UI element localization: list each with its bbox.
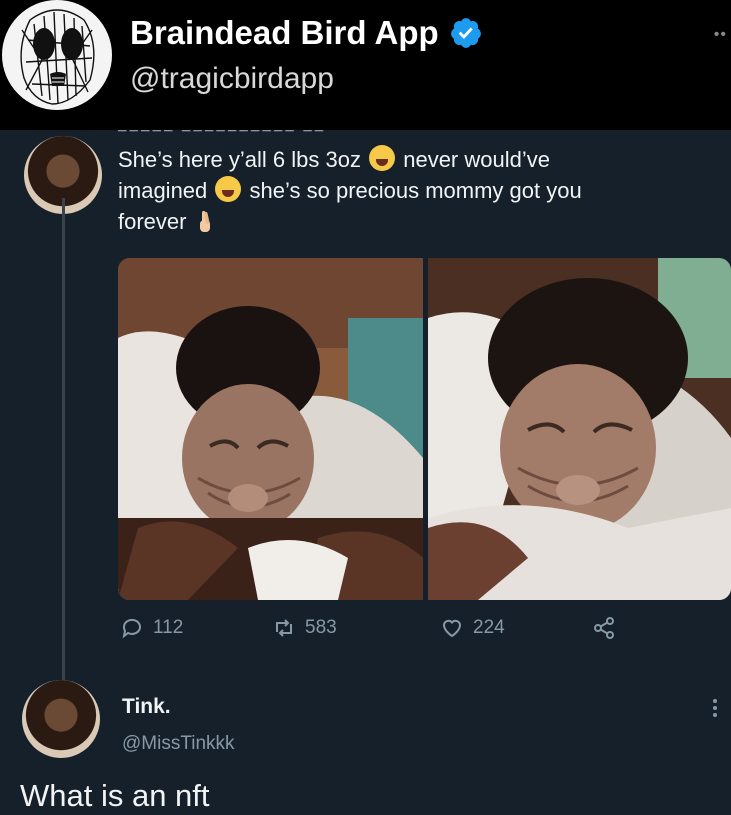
crying-face-emoji xyxy=(215,176,242,202)
crying-face-emoji xyxy=(369,145,396,171)
tweet-header: Braindead Bird App @tragicbirdapp •• xyxy=(0,0,731,130)
embedded-screenshot: ▀▀▀▀▀ ▀▀▀▀▀▀▀▀▀▀ ▀▀ She’s here y’all 6 l… xyxy=(0,130,731,815)
reply-more-options-icon[interactable] xyxy=(713,696,719,720)
tweet-image-1[interactable] xyxy=(118,258,423,600)
like-action[interactable]: 224 xyxy=(440,616,505,640)
tweet-text-segment: forever xyxy=(118,209,187,234)
account-name[interactable]: Braindead Bird App xyxy=(130,14,439,52)
account-name-row[interactable]: Braindead Bird App xyxy=(130,14,483,52)
more-options-icon[interactable]: •• xyxy=(714,26,727,44)
tweet-text-segment: imagined xyxy=(118,178,208,203)
reply-author-name[interactable]: Tink. xyxy=(122,695,171,719)
account-handle[interactable]: @tragicbirdapp xyxy=(130,62,334,96)
sketch-face-icon xyxy=(4,2,110,108)
tweet-action-bar: 112 583 224 xyxy=(0,616,731,650)
cropped-header-text: ▀▀▀▀▀ ▀▀▀▀▀▀▀▀▀▀ ▀▀ xyxy=(118,130,398,136)
tweet-image-2[interactable] xyxy=(428,258,731,600)
newborn-photo-1 xyxy=(118,258,423,600)
share-action[interactable] xyxy=(592,616,616,640)
reply-icon xyxy=(122,618,141,639)
share-icon xyxy=(594,617,614,639)
tweet-text-segment: never would’ve xyxy=(403,147,550,172)
reply-author-handle[interactable]: @MissTinkkk xyxy=(122,733,235,755)
heart-icon xyxy=(442,619,462,638)
retweet-count: 583 xyxy=(305,617,337,638)
like-count: 224 xyxy=(473,617,505,638)
reply-text: What is an nft xyxy=(20,778,210,813)
tweet-text-segment: she’s so precious mommy got you xyxy=(249,178,582,203)
verified-badge-icon xyxy=(450,18,481,48)
reply-author-avatar[interactable] xyxy=(22,680,100,758)
tweet-text-segment: She’s here y’all 6 lbs 3oz xyxy=(118,147,361,172)
retweet-action[interactable]: 583 xyxy=(272,616,337,640)
reply-action[interactable]: 112 xyxy=(120,616,183,640)
reply-count: 112 xyxy=(153,617,184,638)
newborn-photo-2 xyxy=(428,258,731,600)
author-avatar[interactable] xyxy=(2,0,112,110)
crossed-fingers-emoji xyxy=(199,211,210,232)
quoted-tweet-text: She’s here y’all 6 lbs 3oz never would’v… xyxy=(118,144,698,237)
retweet-icon xyxy=(276,619,292,637)
